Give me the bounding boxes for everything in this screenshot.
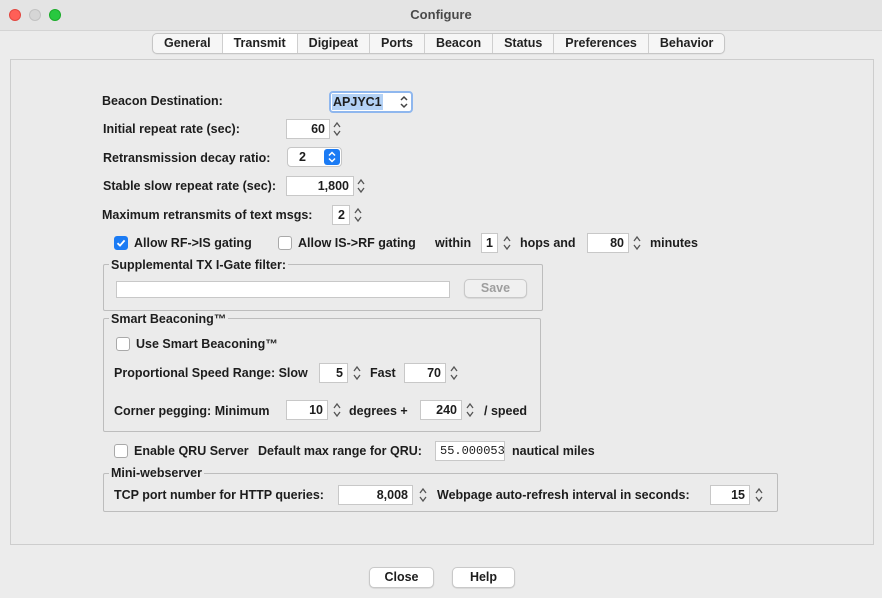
stepper-arrows-icon (466, 402, 474, 418)
stable-slow-field[interactable]: 1,800 (286, 176, 354, 196)
enable-qru-label: Enable QRU Server (134, 444, 249, 458)
slow-speed-stepper[interactable] (351, 363, 363, 383)
beacon-destination-combo[interactable]: APJYC1 (329, 91, 413, 113)
decay-ratio-label: Retransmission decay ratio: (103, 151, 271, 165)
tab-behavior[interactable]: Behavior (649, 34, 724, 53)
stable-slow-stepper[interactable] (355, 176, 367, 196)
minutes-label: minutes (650, 236, 698, 250)
stepper-arrows-icon (755, 487, 763, 503)
use-smart-beaconing-checkbox[interactable] (116, 337, 130, 351)
stepper-arrows-icon (333, 402, 341, 418)
max-retransmits-field[interactable]: 2 (332, 205, 350, 225)
igate-filter-input[interactable] (116, 281, 450, 298)
stepper-arrows-icon (450, 365, 458, 381)
tab-bar: General Transmit Digipeat Ports Beacon S… (152, 33, 726, 54)
http-port-stepper[interactable] (417, 485, 429, 505)
speed-range-label: Proportional Speed Range: Slow (114, 366, 308, 380)
stepper-arrows-icon (333, 121, 341, 137)
hops-and-label: hops and (520, 236, 576, 250)
use-smart-beaconing-label: Use Smart Beaconing™ (136, 337, 278, 351)
qru-range-label: Default max range for QRU: (258, 444, 422, 458)
tab-beacon[interactable]: Beacon (425, 34, 494, 53)
hops-stepper[interactable] (501, 233, 513, 253)
minutes-stepper[interactable] (631, 233, 643, 253)
initial-repeat-stepper[interactable] (331, 119, 343, 139)
stepper-arrows-icon (354, 207, 362, 223)
corner-pegging-label: Corner pegging: Minimum (114, 404, 270, 418)
http-port-field[interactable]: 8,008 (338, 485, 413, 505)
chevron-updown-icon (324, 149, 340, 165)
igate-filter-title: Supplemental TX I-Gate filter: (109, 258, 289, 272)
initial-repeat-field[interactable]: 60 (286, 119, 330, 139)
stepper-arrows-icon (357, 178, 365, 194)
fast-speed-stepper[interactable] (448, 363, 460, 383)
max-retransmits-stepper[interactable] (352, 205, 364, 225)
turn-slope-field[interactable]: 240 (420, 400, 462, 420)
is-rf-gating-label: Allow IS->RF gating (298, 236, 416, 250)
within-label: within (435, 236, 472, 250)
stepper-arrows-icon (633, 235, 641, 251)
close-button[interactable]: Close (369, 567, 434, 588)
stepper-arrows-icon (419, 487, 427, 503)
auto-refresh-label: Webpage auto-refresh interval in seconds… (437, 488, 690, 502)
save-button[interactable]: Save (464, 279, 527, 298)
tab-digipeat[interactable]: Digipeat (298, 34, 370, 53)
fast-speed-field[interactable]: 70 (404, 363, 446, 383)
rf-is-gating-checkbox[interactable] (114, 236, 128, 250)
slow-speed-field[interactable]: 5 (319, 363, 348, 383)
tab-status[interactable]: Status (493, 34, 555, 53)
stepper-arrows-icon (353, 365, 361, 381)
rf-is-gating-label: Allow RF->IS gating (134, 236, 252, 250)
fast-label: Fast (370, 366, 396, 380)
max-retransmits-label: Maximum retransmits of text msgs: (102, 208, 313, 222)
minimum-degrees-field[interactable]: 10 (286, 400, 328, 420)
mini-webserver-title: Mini-webserver (109, 466, 205, 480)
tab-ports[interactable]: Ports (370, 34, 425, 53)
degrees-plus-label: degrees + (349, 404, 408, 418)
beacon-destination-value: APJYC1 (332, 94, 383, 110)
auto-refresh-stepper[interactable] (753, 485, 765, 505)
enable-qru-checkbox[interactable] (114, 444, 128, 458)
checkmark-icon (116, 239, 126, 247)
chevron-updown-icon (399, 94, 409, 113)
beacon-destination-label: Beacon Destination: (102, 94, 223, 108)
window-title: Configure (410, 7, 472, 22)
decay-ratio-select[interactable]: 2 (287, 147, 342, 167)
minimum-degrees-stepper[interactable] (331, 400, 343, 420)
hops-field[interactable]: 1 (481, 233, 498, 253)
smart-beaconing-title: Smart Beaconing™ (109, 312, 229, 326)
tab-preferences[interactable]: Preferences (554, 34, 649, 53)
per-speed-label: / speed (484, 404, 528, 418)
initial-repeat-label: Initial repeat rate (sec): (103, 122, 240, 136)
minutes-field[interactable]: 80 (587, 233, 629, 253)
auto-refresh-field[interactable]: 15 (710, 485, 750, 505)
tab-transmit[interactable]: Transmit (222, 34, 298, 53)
turn-slope-stepper[interactable] (464, 400, 476, 420)
help-button[interactable]: Help (452, 567, 515, 588)
stable-slow-label: Stable slow repeat rate (sec): (103, 179, 276, 193)
stepper-arrows-icon (503, 235, 511, 251)
qru-range-field[interactable]: 55.000053 (435, 441, 505, 461)
is-rf-gating-checkbox[interactable] (278, 236, 292, 250)
http-port-label: TCP port number for HTTP queries: (114, 488, 324, 502)
decay-ratio-value: 2 (299, 150, 306, 164)
nautical-miles-label: nautical miles (512, 444, 595, 458)
tab-general[interactable]: General (153, 34, 223, 53)
